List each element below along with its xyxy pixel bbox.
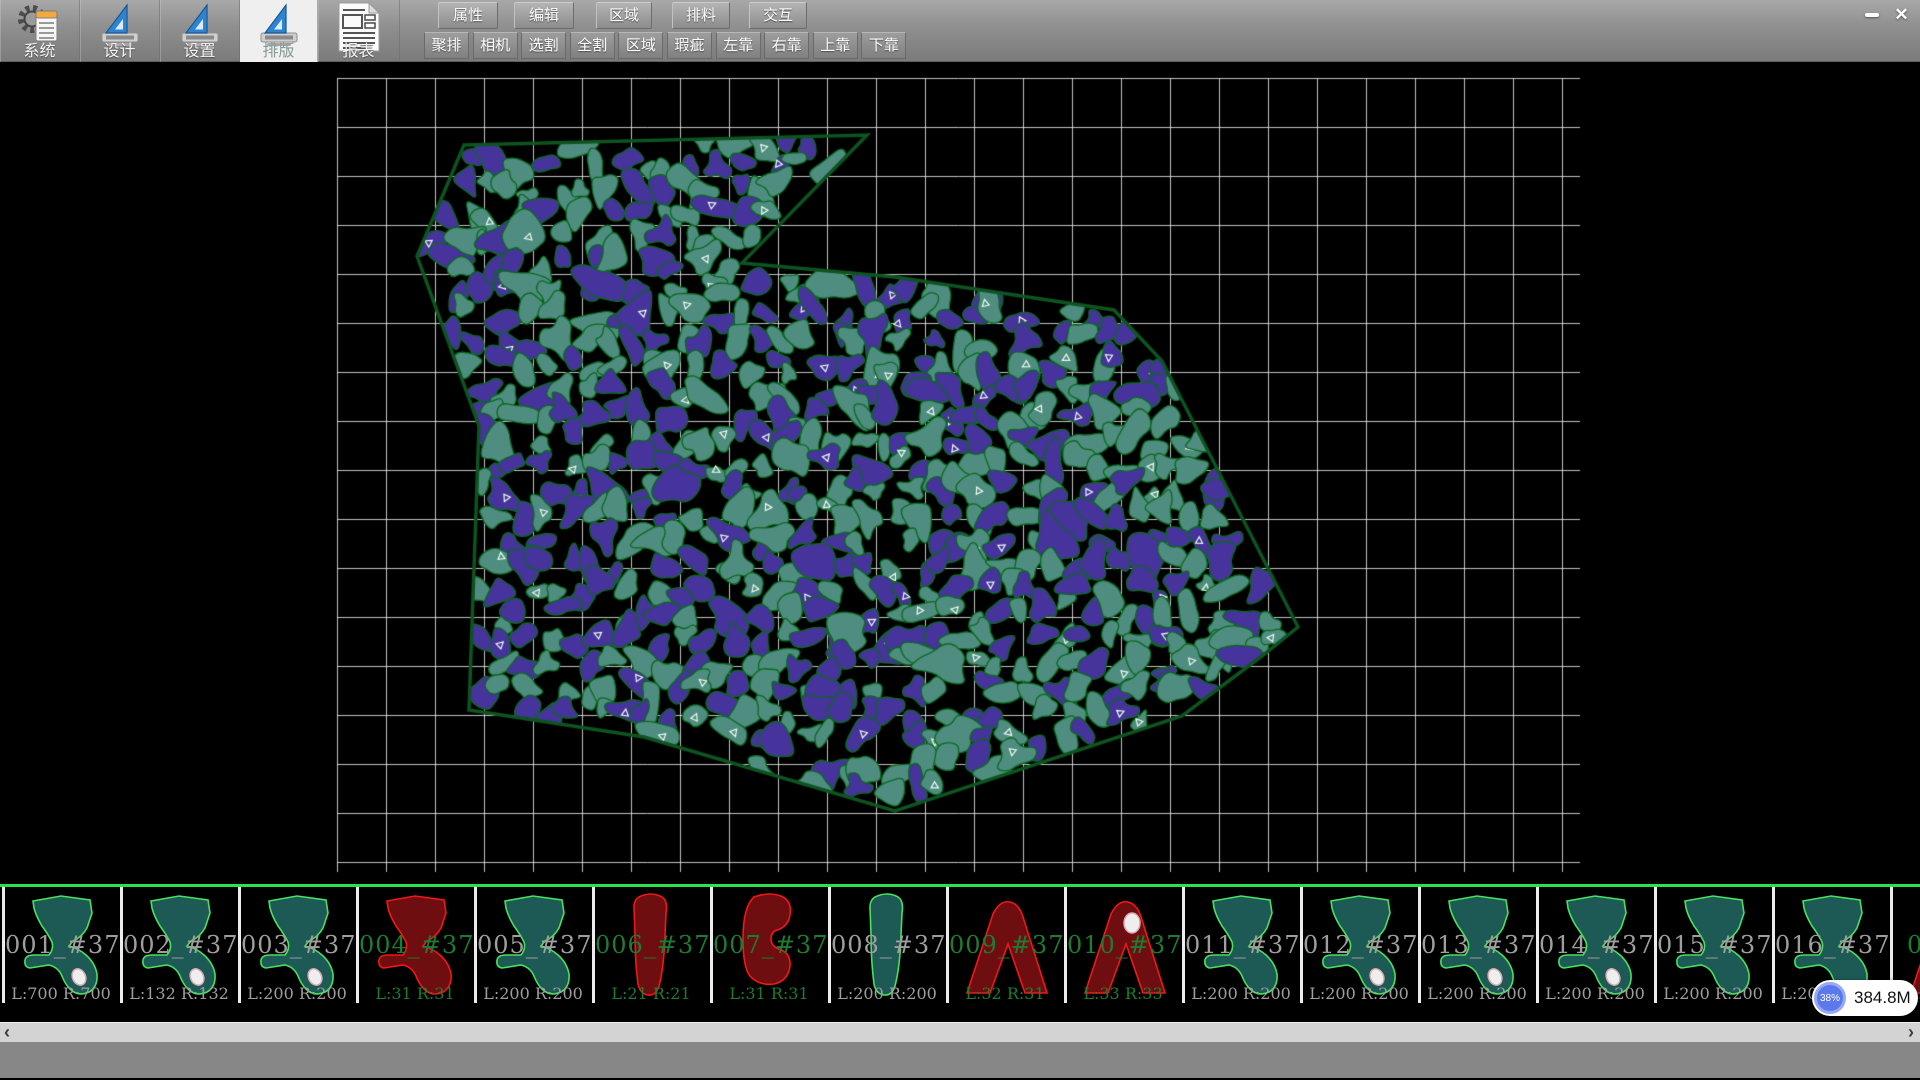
piece-id-label: 009_#37	[949, 931, 1061, 959]
piece-cell-004_#37[interactable]: 004_#37 L:31 R:31	[356, 887, 471, 1003]
piece-id-label: 005_#37	[477, 931, 589, 959]
piece-lr-label: L:200 R:200	[1185, 984, 1297, 1003]
piece-id-label: 014_#37	[1539, 931, 1651, 959]
piece-lr-label: L:31 R:31	[359, 984, 471, 1003]
piece-id-label: 010_#37	[1067, 931, 1179, 959]
piece-lr-label: L:21 R:21	[595, 984, 707, 1003]
tab-设置[interactable]: 设置	[160, 0, 240, 62]
piece-cell-003_#37[interactable]: 003_#37 L:200 R:200	[238, 887, 353, 1003]
piece-id-label: 007_#37	[713, 931, 825, 959]
piece-id-label: 015_#37	[1657, 931, 1769, 959]
piece-lr-label: L:32 R:31	[949, 984, 1061, 1003]
piece-id-label: 016_#37	[1775, 931, 1887, 959]
tab-设计[interactable]: 设计	[80, 0, 160, 62]
piece-cell-011_#37[interactable]: 011_#37 L:200 R:200	[1182, 887, 1297, 1003]
tool-右靠[interactable]: 右靠	[764, 32, 809, 59]
piece-id-label: 011_#37	[1185, 931, 1297, 959]
status-bar	[0, 1042, 1920, 1078]
menu-排料[interactable]: 排料	[672, 2, 730, 29]
piece-lr-label: L:31 R:31	[713, 984, 825, 1003]
tool-左靠[interactable]: 左靠	[716, 32, 761, 59]
piece-cell-010_#37[interactable]: 010_#37 L:33 R:33	[1064, 887, 1179, 1003]
piece-cell-006_#37[interactable]: 006_#37 L:21 R:21	[592, 887, 707, 1003]
piece-cell-009_#37[interactable]: 009_#37 L:32 R:31	[946, 887, 1061, 1003]
tool-全割[interactable]: 全割	[570, 32, 615, 59]
tool-聚排[interactable]: 聚排	[424, 32, 469, 59]
tab-label: 系统	[0, 37, 79, 61]
horizontal-scrollbar[interactable]: ‹ ›	[0, 1022, 1920, 1042]
piece-lr-label: L:200 R:200	[831, 984, 943, 1003]
menu-属性[interactable]: 属性	[438, 2, 498, 29]
piece-cell-015_#37[interactable]: 015_#37 L:200 R:200	[1654, 887, 1769, 1003]
toolbar: 系统 设计 设置 排版	[0, 0, 1920, 62]
piece-cell-008_#37[interactable]: 008_#37 L:200 R:200	[828, 887, 943, 1003]
pieces-thumbnail-strip: 001_#37 L:700 R:700 002_#37 L:132 R:132 …	[0, 884, 1920, 1022]
menu-编辑[interactable]: 编辑	[514, 2, 574, 29]
piece-id-label: 002_#37	[123, 931, 235, 959]
piece-cell-005_#37[interactable]: 005_#37 L:200 R:200	[474, 887, 589, 1003]
piece-lr-label: L:200 R:200	[241, 984, 353, 1003]
piece-lr-label: L:200 R:200	[1657, 984, 1769, 1003]
piece-id-label: 0	[1893, 931, 1920, 959]
tab-label: 报表	[318, 37, 399, 61]
window-controls: ✕	[1859, 3, 1914, 26]
tool-上靠[interactable]: 上靠	[813, 32, 858, 59]
piece-id-label: 008_#37	[831, 931, 943, 959]
piece-id-label: 001_#37	[5, 931, 117, 959]
piece-cell-002_#37[interactable]: 002_#37 L:132 R:132	[120, 887, 235, 1003]
piece-lr-label: L:200 R:200	[1303, 984, 1415, 1003]
piece-id-label: 003_#37	[241, 931, 353, 959]
app-window: 系统 设计 设置 排版	[0, 0, 1920, 1080]
minimize-button[interactable]	[1859, 3, 1884, 26]
scroll-left-arrow[interactable]: ‹	[4, 1023, 10, 1043]
menu-交互[interactable]: 交互	[749, 2, 807, 29]
tool-相机[interactable]: 相机	[473, 32, 518, 59]
tab-label: 设置	[160, 37, 239, 61]
piece-cell-014_#37[interactable]: 014_#37 L:200 R:200	[1536, 887, 1651, 1003]
memory-size-label: 384.8M	[1854, 988, 1911, 1008]
piece-lr-label: L:132 R:132	[123, 984, 235, 1003]
tab-label: 设计	[80, 37, 159, 61]
piece-lr-label: L:200 R:200	[1421, 984, 1533, 1003]
piece-lr-label: L:33 R:33	[1067, 984, 1179, 1003]
scroll-right-arrow[interactable]: ›	[1908, 1023, 1914, 1043]
piece-cell-013_#37[interactable]: 013_#37 L:200 R:200	[1418, 887, 1533, 1003]
piece-lr-label: L:200 R:200	[477, 984, 589, 1003]
tool-下靠[interactable]: 下靠	[861, 32, 906, 59]
menu-区域[interactable]: 区域	[596, 2, 652, 29]
tool-选割[interactable]: 选割	[521, 32, 566, 59]
piece-id-label: 013_#37	[1421, 931, 1533, 959]
piece-id-label: 006_#37	[595, 931, 707, 959]
tab-排版[interactable]: 排版	[240, 0, 318, 62]
piece-cell-007_#37[interactable]: 007_#37 L:31 R:31	[710, 887, 825, 1003]
piece-cell-012_#37[interactable]: 012_#37 L:200 R:200	[1300, 887, 1415, 1003]
minimize-icon	[1865, 13, 1879, 17]
piece-lr-label: L:700 R:700	[5, 984, 117, 1003]
piece-lr-label: L:200 R:200	[1539, 984, 1651, 1003]
tab-报表[interactable]: 报表	[318, 0, 400, 62]
tool-瑕疵[interactable]: 瑕疵	[667, 32, 712, 59]
close-button[interactable]: ✕	[1889, 3, 1914, 26]
piece-id-label: 012_#37	[1303, 931, 1415, 959]
tool-区域[interactable]: 区域	[618, 32, 663, 59]
memory-badge: 38% 384.8M	[1812, 980, 1918, 1016]
memory-percent-badge: 38%	[1814, 982, 1846, 1014]
tab-label: 排版	[240, 37, 317, 61]
nesting-canvas[interactable]	[0, 62, 1920, 884]
tab-系统[interactable]: 系统	[0, 0, 80, 62]
piece-cell-001_#37[interactable]: 001_#37 L:700 R:700	[2, 887, 117, 1003]
nesting-canvas-area	[0, 62, 1920, 884]
piece-id-label: 004_#37	[359, 931, 471, 959]
